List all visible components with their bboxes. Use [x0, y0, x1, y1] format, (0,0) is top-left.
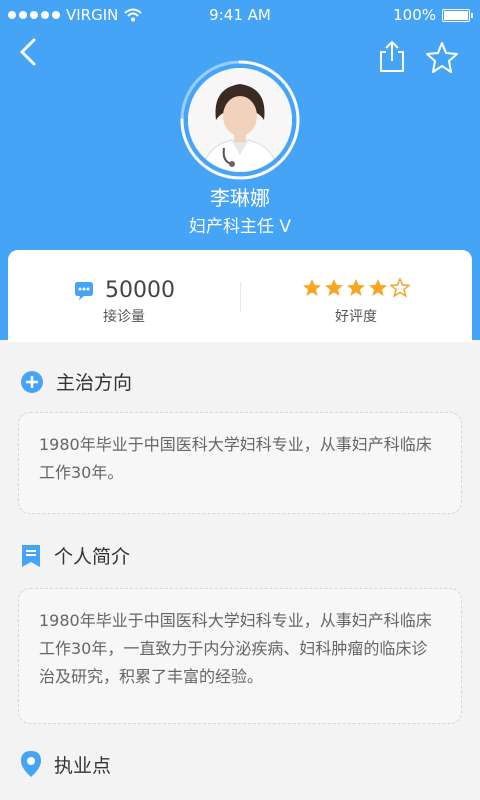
consultation-label: 接诊量 [103, 309, 145, 325]
chevron-left-icon[interactable] [14, 36, 46, 68]
profile-text: 1980年毕业于中国医科大学妇科专业，从事妇产科临床工作30年，一直致力于内分泌… [39, 611, 432, 686]
battery-percent: 100% [393, 6, 436, 24]
plus-circle-icon [21, 370, 43, 393]
chat-bubble-icon [75, 281, 93, 300]
share-icon[interactable] [376, 40, 408, 74]
star-filled-icon [369, 279, 387, 296]
consultation-stat: 50000 接诊量 [8, 250, 240, 342]
section-title-profile: 个人简介 [54, 546, 131, 568]
specialty-text: 1980年毕业于中国医科大学妇科专业，从事妇产科临床工作30年。 [39, 435, 432, 482]
doctor-title: 妇产科主任 V [188, 217, 292, 237]
status-bar: VIRGIN 9:41 AM 100% [0, 0, 480, 30]
avatar-ring [178, 58, 302, 182]
profile-card: 1980年毕业于中国医科大学妇科专业，从事妇产科临床工作30年，一直致力于内分泌… [18, 588, 462, 724]
section-profile: 个人简介 [20, 542, 130, 569]
rating-label: 好评度 [335, 309, 377, 325]
battery-icon [442, 8, 473, 22]
section-title-specialty: 主治方向 [56, 372, 133, 394]
specialty-card: 1980年毕业于中国医科大学妇科专业，从事妇产科临床工作30年。 [18, 412, 462, 514]
location-pin-icon [21, 751, 41, 777]
consultation-count: 50000 [105, 278, 175, 303]
bookmark-icon [22, 544, 40, 567]
star-filled-icon [325, 279, 343, 296]
section-specialty: 主治方向 [20, 368, 132, 395]
section-title-location: 执业点 [54, 754, 112, 777]
star-empty-icon [390, 278, 410, 298]
star-outline-icon[interactable] [424, 40, 460, 74]
star-filled-icon [303, 279, 321, 296]
rating-stat: 好评度 [240, 250, 472, 342]
doctor-name: 李琳娜 [210, 186, 270, 210]
stats-card: 50000 接诊量 好评度 [8, 250, 472, 342]
rating-stars [240, 278, 472, 298]
star-filled-icon [347, 279, 365, 296]
section-location: 执业点 [20, 750, 111, 778]
avatar [188, 68, 292, 172]
